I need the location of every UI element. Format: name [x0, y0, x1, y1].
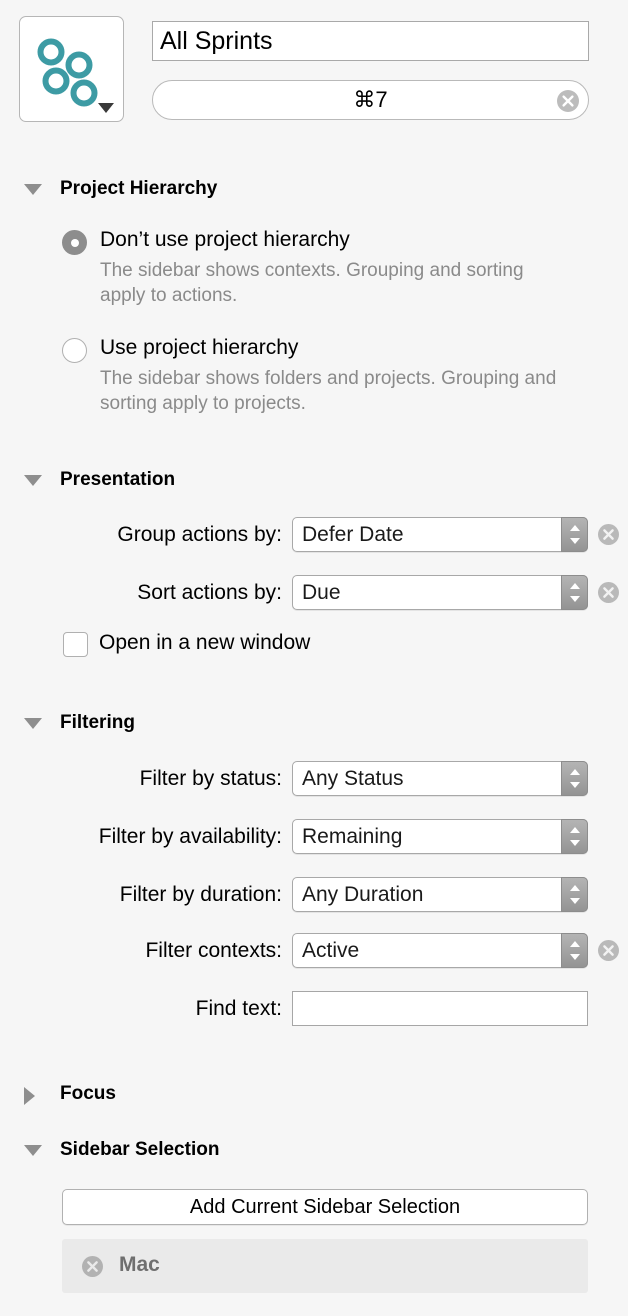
stepper-arrows-icon[interactable]: [561, 877, 588, 912]
select-filter-by-status[interactable]: Any Status: [292, 761, 588, 796]
section-header-project-hierarchy[interactable]: Project Hierarchy: [24, 178, 218, 200]
label-filter-by-availability: Filter by availability:: [98, 825, 282, 848]
select-filter-by-availability[interactable]: Remaining: [292, 819, 588, 854]
clear-group-actions-by-icon[interactable]: [598, 524, 619, 545]
stepper-arrows-icon[interactable]: [561, 517, 588, 552]
section-title: Presentation: [60, 469, 176, 490]
select-value: Remaining: [302, 825, 403, 848]
disclosure-triangle-icon[interactable]: [24, 184, 42, 195]
select-group-actions-by[interactable]: Defer Date: [292, 517, 588, 552]
token-label: Mac: [119, 1253, 160, 1276]
sidebar-selection-list: Mac: [62, 1239, 588, 1293]
label-filter-by-status: Filter by status:: [139, 767, 282, 790]
disclosure-triangle-icon[interactable]: [24, 1145, 42, 1156]
section-title: Project Hierarchy: [60, 178, 218, 199]
remove-token-icon[interactable]: [82, 1256, 103, 1277]
label-group-actions-by: Group actions by:: [117, 523, 282, 546]
disclosure-triangle-icon[interactable]: [24, 718, 42, 729]
select-value: Active: [302, 939, 360, 962]
stepper-arrows-icon[interactable]: [561, 819, 588, 854]
stepper-arrows-icon[interactable]: [561, 761, 588, 796]
select-value: Due: [302, 581, 341, 604]
keyboard-shortcut-value: ⌘7: [353, 87, 388, 112]
add-current-sidebar-selection-button[interactable]: Add Current Sidebar Selection: [62, 1189, 588, 1225]
list-item[interactable]: Mac: [62, 1245, 588, 1287]
select-filter-by-duration[interactable]: Any Duration: [292, 877, 588, 912]
section-title: Focus: [60, 1083, 116, 1104]
select-value: Any Status: [302, 767, 404, 790]
section-title: Sidebar Selection: [60, 1139, 220, 1160]
disclosure-triangle-icon[interactable]: [24, 475, 42, 486]
radio-label: Don’t use project hierarchy: [100, 228, 350, 251]
checkbox-open-in-new-window[interactable]: [63, 632, 88, 657]
section-header-presentation[interactable]: Presentation: [24, 469, 176, 491]
radio-indicator-unselected[interactable]: [62, 338, 87, 363]
radio-help-text: The sidebar shows contexts. Grouping and…: [100, 260, 524, 306]
perspective-icon-button[interactable]: [19, 16, 124, 122]
section-header-sidebar-selection[interactable]: Sidebar Selection: [24, 1139, 220, 1161]
section-header-filtering[interactable]: Filtering: [24, 712, 135, 734]
radio-indicator-selected[interactable]: [62, 230, 87, 255]
select-value: Any Duration: [302, 883, 424, 906]
section-title: Filtering: [60, 712, 135, 733]
checkbox-label-open-in-new-window: Open in a new window: [99, 631, 311, 654]
stepper-arrows-icon[interactable]: [561, 575, 588, 610]
perspective-name-input[interactable]: All Sprints: [152, 21, 589, 61]
label-filter-by-duration: Filter by duration:: [119, 883, 282, 906]
keyboard-shortcut-field[interactable]: ⌘7: [152, 80, 589, 120]
clear-filter-contexts-icon[interactable]: [598, 940, 619, 961]
label-find-text: Find text:: [195, 997, 282, 1020]
select-sort-actions-by[interactable]: Due: [292, 575, 588, 610]
find-text-input[interactable]: [292, 991, 588, 1026]
clear-shortcut-icon[interactable]: [557, 90, 579, 112]
stepper-arrows-icon[interactable]: [561, 933, 588, 968]
radio-label: Use project hierarchy: [100, 336, 299, 359]
perspective-header: All Sprints ⌘7: [0, 0, 628, 140]
select-filter-contexts[interactable]: Active: [292, 933, 588, 968]
label-filter-contexts: Filter contexts:: [145, 939, 282, 962]
section-header-focus[interactable]: Focus: [24, 1083, 116, 1105]
radio-help-text: The sidebar shows folders and projects. …: [100, 368, 557, 414]
chevron-down-icon[interactable]: [98, 103, 114, 113]
clear-sort-actions-by-icon[interactable]: [598, 582, 619, 603]
select-value: Defer Date: [302, 523, 404, 546]
disclosure-triangle-icon[interactable]: [24, 1087, 35, 1105]
label-sort-actions-by: Sort actions by:: [137, 581, 282, 604]
